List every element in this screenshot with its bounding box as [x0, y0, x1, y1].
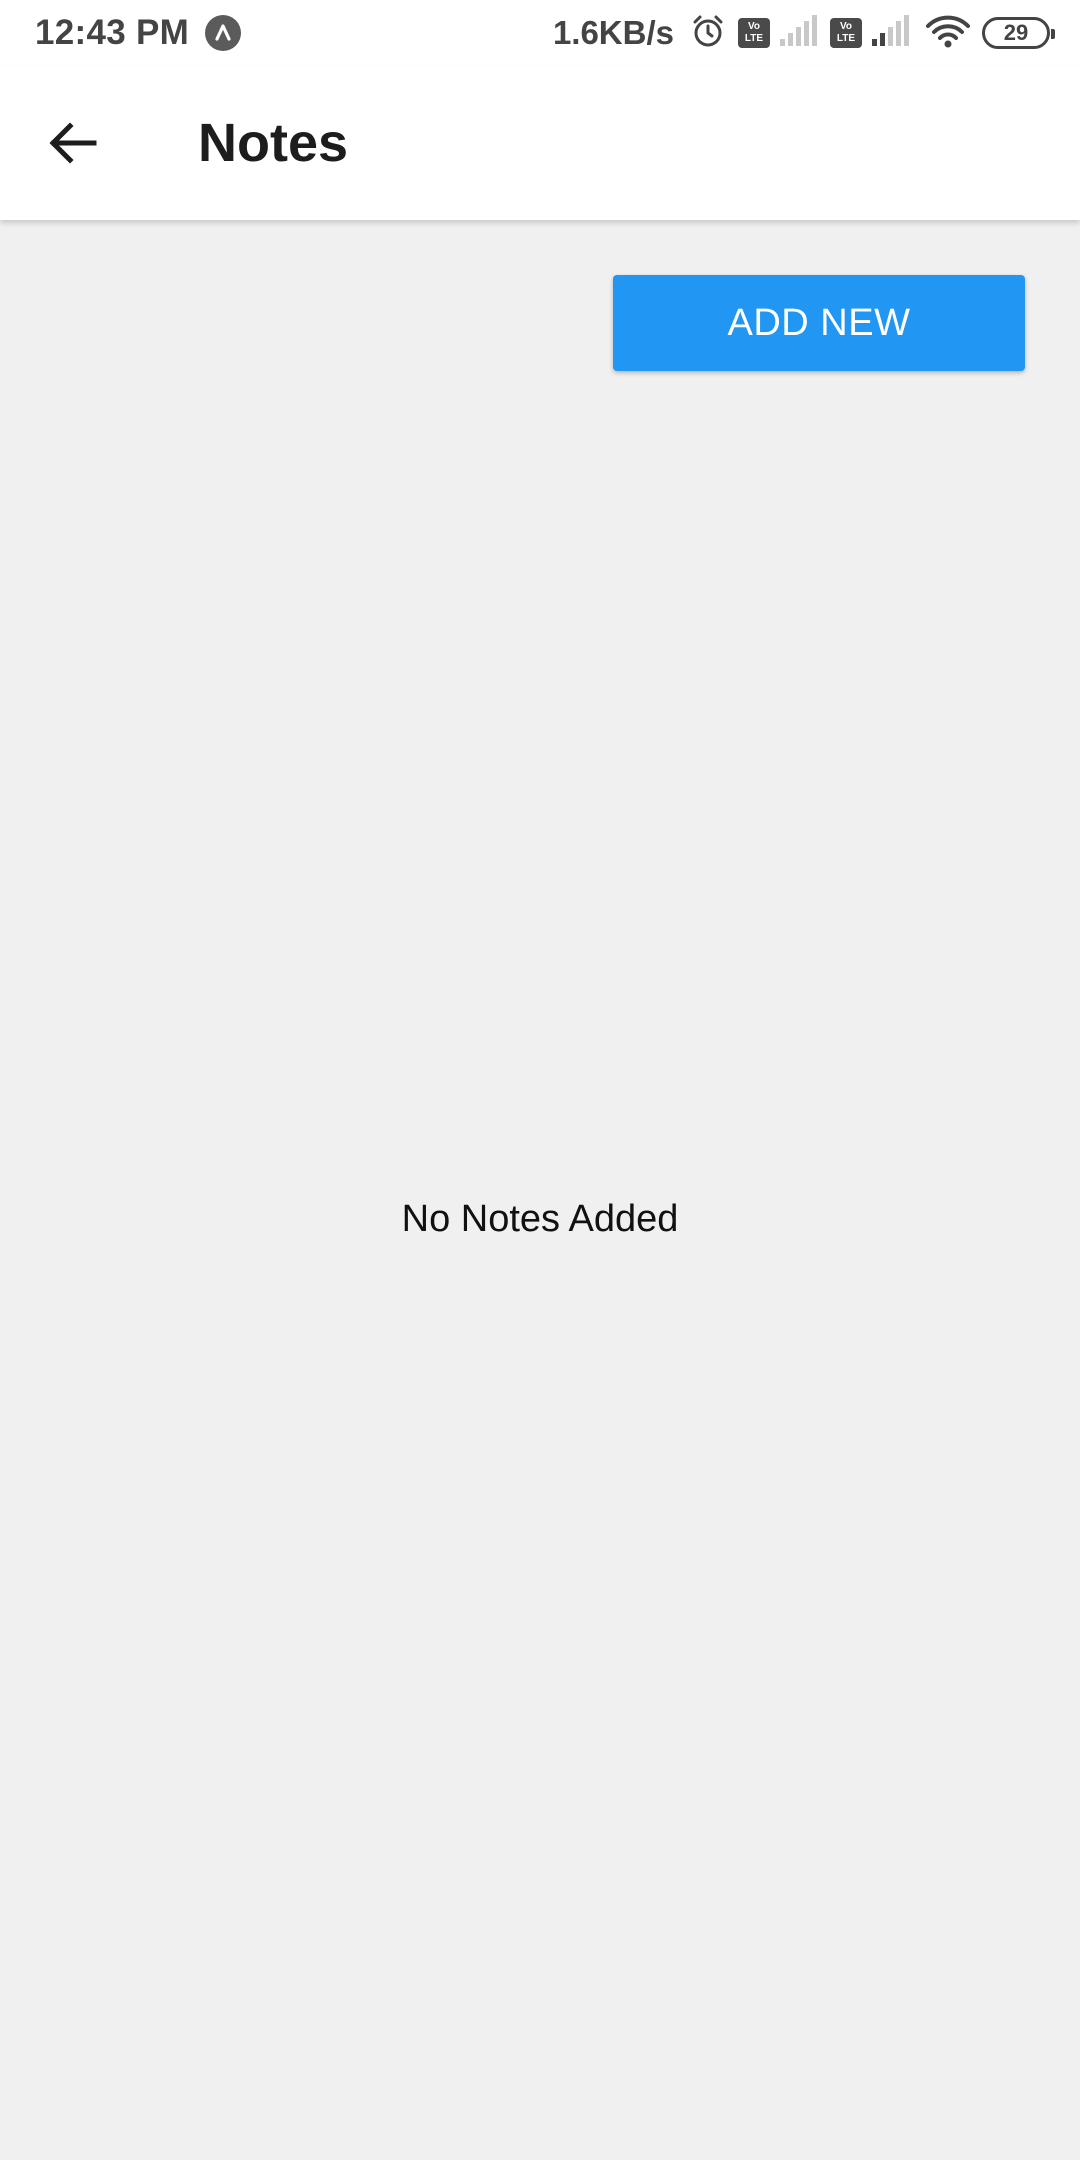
add-new-button[interactable]: ADD NEW — [613, 275, 1025, 371]
page-title: Notes — [198, 113, 349, 173]
network-speed: 1.6KB/s — [552, 14, 674, 51]
volte-label-part: Vo — [839, 21, 853, 32]
volte-icon: Vo LTE — [830, 18, 862, 48]
status-right: 1.6KB/s Vo LTE Vo LTE 29 — [552, 13, 1055, 54]
status-time: 12:43 PM — [35, 13, 190, 52]
volte-icon: Vo LTE — [738, 18, 770, 48]
empty-state-message: No Notes Added — [401, 1198, 679, 1240]
signal-icon — [778, 14, 818, 52]
volte-label-part: LTE — [744, 33, 764, 44]
status-left: 12:43 PM — [35, 13, 242, 53]
navigation-badge-icon — [205, 15, 242, 51]
notes-screen: 12:43 PM 1.6KB/s Vo LTE Vo LTE 29 Notes … — [0, 0, 1080, 2160]
volte-label-part: LTE — [836, 33, 856, 44]
volte-label-part: Vo — [747, 21, 761, 32]
signal-icon — [870, 14, 910, 52]
alarm-icon — [690, 13, 726, 54]
wifi-icon — [926, 14, 970, 53]
arrow-left-icon — [49, 122, 97, 164]
app-bar: Notes — [0, 66, 1080, 220]
battery-icon: 29 — [982, 17, 1055, 49]
back-button[interactable] — [22, 93, 122, 193]
status-bar: 12:43 PM 1.6KB/s Vo LTE Vo LTE 29 — [0, 0, 1080, 66]
